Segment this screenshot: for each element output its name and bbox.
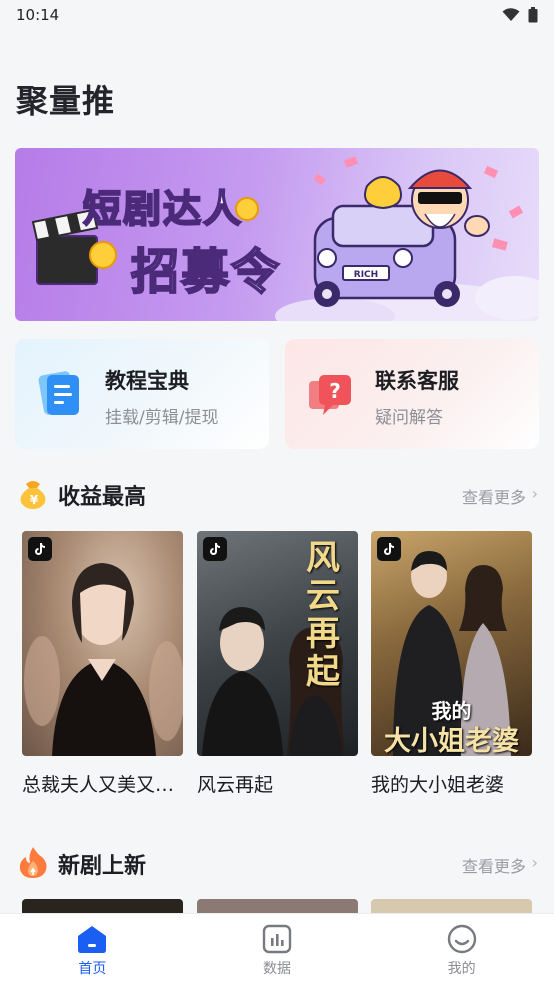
new-dramas-title: 新剧上新 [58, 854, 147, 879]
top-earnings-more-link[interactable]: 查看更多 [462, 484, 526, 508]
tab-profile[interactable]: 我的 [369, 914, 554, 986]
status-icons [502, 7, 538, 23]
new-dramas-more-link[interactable]: 查看更多 [462, 853, 526, 877]
tiktok-icon [203, 537, 227, 561]
banner-headline-2: 招募令 [130, 243, 282, 301]
top-earnings-header: ¥ 收益最高 查看更多 › [16, 476, 538, 512]
chart-icon [262, 924, 292, 954]
tiktok-icon [377, 537, 401, 561]
customer-service-card-title: 联系客服 [375, 369, 459, 393]
bottom-tab-bar: 首页 数据 我的 [0, 913, 554, 986]
wifi-icon [502, 8, 520, 21]
battery-icon [528, 7, 538, 23]
home-icon [78, 926, 107, 953]
svg-text:¥: ¥ [30, 493, 39, 507]
drama-card[interactable]: 总裁夫人又美又… [22, 531, 183, 797]
tab-home-label: 首页 [78, 961, 107, 977]
tab-data[interactable]: 数据 [185, 914, 370, 986]
customer-service-card[interactable]: ? 联系客服 疑问解答 [285, 339, 539, 449]
question-chat-icon: ? [309, 375, 351, 415]
new-dramas-header: 新剧上新 查看更多 › [16, 845, 538, 881]
drama-card[interactable]: 我的 大小姐老婆 我的大小姐老婆 [371, 531, 532, 797]
status-bar: 10:14 [0, 0, 554, 30]
drama-poster[interactable]: 我的 大小姐老婆 [371, 531, 532, 756]
chevron-right-icon[interactable]: › [532, 853, 538, 872]
top-earnings-title: 收益最高 [58, 485, 147, 510]
drama-card[interactable]: 风云再起 风云再起 [197, 531, 358, 797]
tab-data-label: 数据 [263, 961, 291, 977]
flame-icon [19, 847, 47, 878]
drama-poster-art [24, 563, 183, 756]
tutorial-card-subtitle: 挂载/剪辑/提现 [105, 408, 219, 428]
svg-text:?: ? [329, 379, 341, 403]
banner-headline-1: 短剧达人 [82, 186, 244, 232]
tutorial-card[interactable]: 教程宝典 挂载/剪辑/提现 [15, 339, 269, 449]
drama-poster[interactable] [22, 531, 183, 756]
tiktok-icon [28, 537, 52, 561]
tutorial-card-title: 教程宝典 [105, 369, 189, 393]
customer-service-card-subtitle: 疑问解答 [375, 408, 443, 428]
drama-poster-title: 风云再起 [306, 538, 340, 692]
drama-poster[interactable]: 风云再起 [197, 531, 358, 756]
drama-title: 总裁夫人又美又… [22, 774, 175, 796]
money-bag-icon: ¥ [20, 481, 46, 509]
smile-icon [447, 924, 476, 954]
drama-title: 风云再起 [197, 774, 274, 796]
tab-profile-label: 我的 [447, 961, 476, 977]
chevron-right-icon[interactable]: › [532, 484, 538, 503]
banner-plate-text: RICH [354, 270, 378, 280]
status-time: 10:14 [16, 6, 60, 24]
tab-home[interactable]: 首页 [0, 914, 185, 986]
document-icon [38, 371, 79, 415]
recruitment-banner[interactable]: RICH 短剧达人 招募令 [15, 148, 539, 321]
drama-poster-title: 大小姐老婆 [384, 726, 519, 756]
drama-title: 我的大小姐老婆 [371, 774, 505, 796]
app-title: 聚量推 [16, 82, 116, 120]
